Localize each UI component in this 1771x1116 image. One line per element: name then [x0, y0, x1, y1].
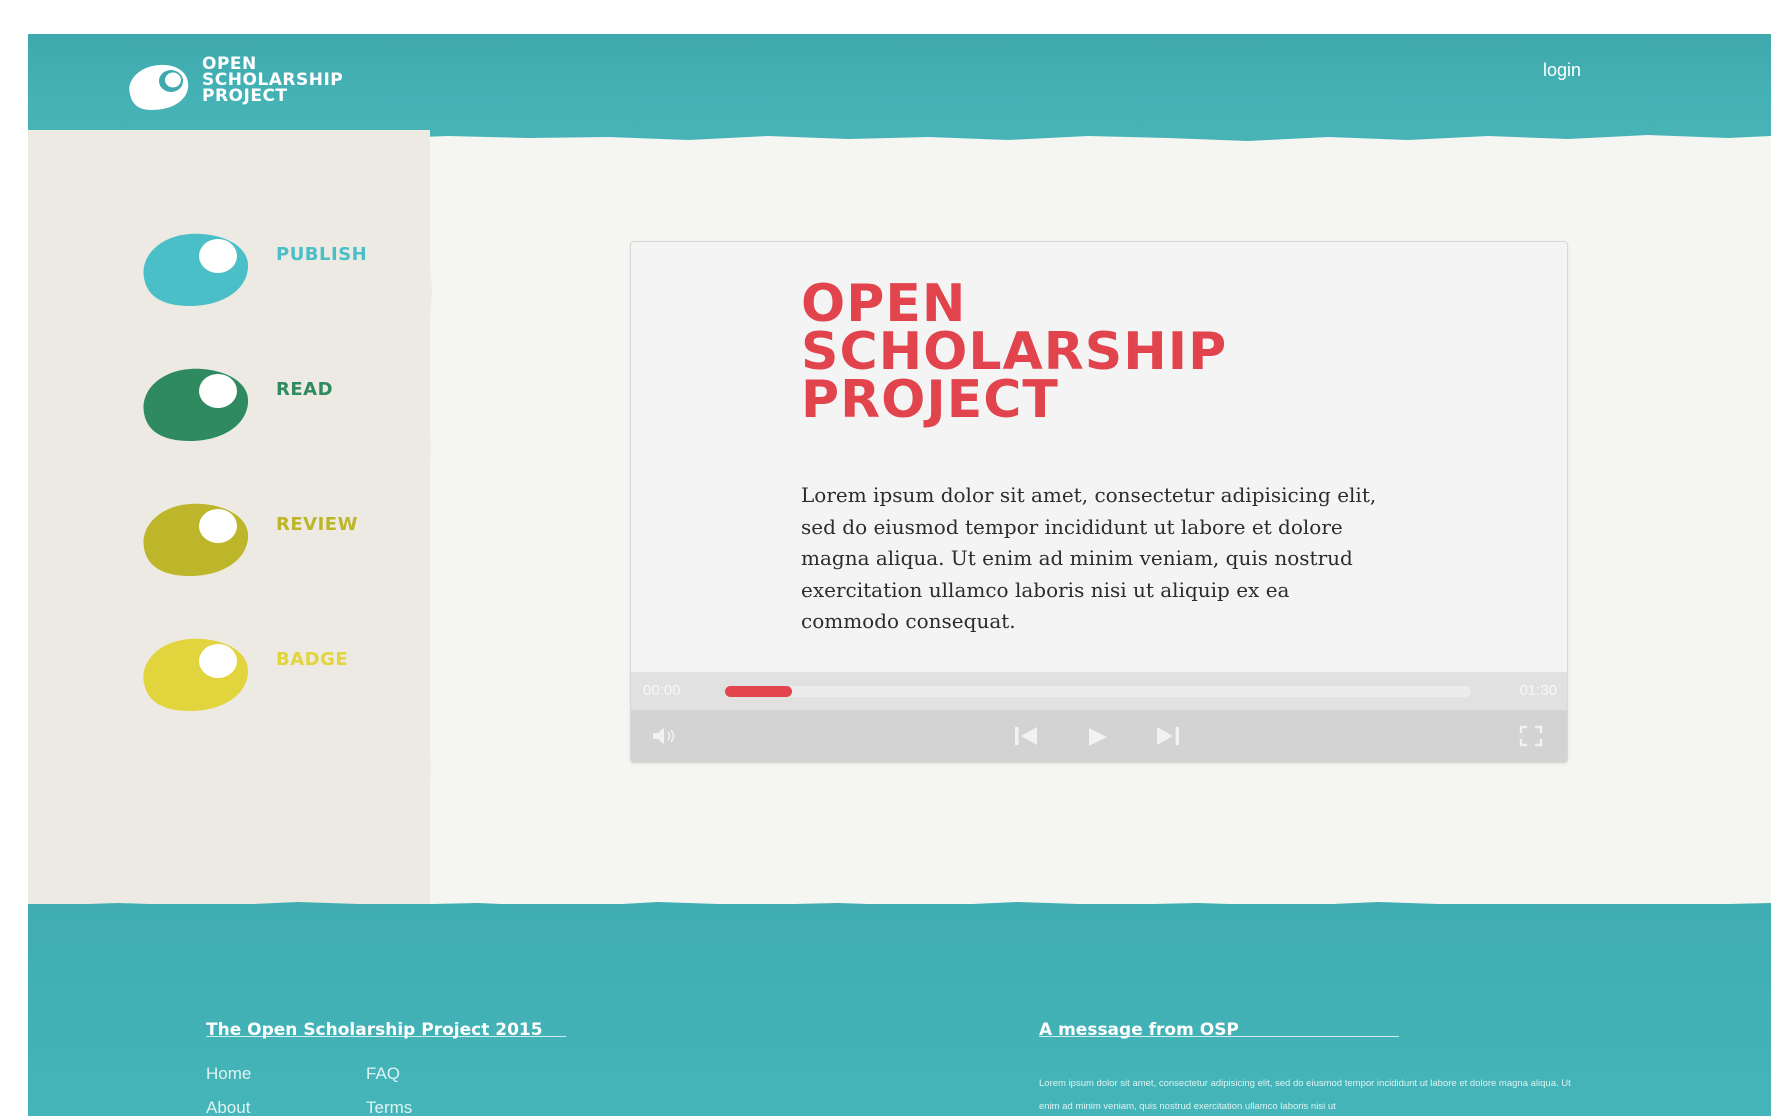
skip-back-icon[interactable] — [1013, 725, 1039, 747]
video-title-line-3: PROJECT — [801, 370, 1059, 430]
video-title-line-2: SCHOLARSHIP — [801, 322, 1228, 382]
site-logo[interactable]: OPEN SCHOLARSHIP PROJECT — [122, 56, 382, 120]
time-current: 00:00 — [643, 682, 681, 699]
footer-left-rule — [206, 1036, 566, 1037]
page: OPEN SCHOLARSHIP PROJECT login PUBLISH R… — [28, 34, 1771, 1116]
footer-right-rule — [1039, 1036, 1399, 1037]
badge-blob-icon — [143, 638, 249, 711]
sidebar-item-badge[interactable]: BADGE — [138, 631, 398, 721]
sidebar-item-label: REVIEW — [276, 514, 358, 535]
video-title-line-1: OPEN — [801, 274, 967, 334]
read-blob-icon — [143, 368, 249, 441]
header-bar: OPEN SCHOLARSHIP PROJECT login — [28, 34, 1771, 130]
skip-forward-icon[interactable] — [1155, 725, 1181, 747]
video-player[interactable]: OPEN SCHOLARSHIP PROJECT Lorem ipsum dol… — [630, 241, 1568, 763]
progress-fill — [725, 686, 793, 697]
logo-line-3: PROJECT — [202, 86, 288, 106]
sidebar-item-label: BADGE — [276, 649, 349, 670]
footer-right-title: A message from OSP — [1039, 1020, 1239, 1040]
review-blob-icon — [143, 503, 249, 576]
video-title: OPEN SCHOLARSHIP PROJECT — [801, 274, 1228, 430]
fullscreen-icon[interactable] — [1519, 725, 1543, 747]
progress-track[interactable] — [725, 686, 1471, 697]
footer-link-home[interactable]: Home — [206, 1064, 251, 1084]
progress-row: 00:00 01:30 — [631, 672, 1567, 710]
sidebar-item-label: READ — [276, 379, 334, 400]
play-icon[interactable] — [1087, 726, 1109, 748]
logo-mark-icon — [129, 64, 189, 110]
sidebar-item-read[interactable]: READ — [138, 361, 398, 451]
footer-link-about[interactable]: About — [206, 1098, 250, 1116]
footer-link-faq[interactable]: FAQ — [366, 1064, 400, 1084]
footer-left-title: The Open Scholarship Project 2015 — [206, 1020, 543, 1040]
sidebar-item-label: PUBLISH — [276, 244, 368, 265]
login-link[interactable]: login — [1543, 60, 1581, 81]
publish-blob-icon — [143, 233, 249, 306]
footer-link-terms[interactable]: Terms — [366, 1098, 412, 1116]
video-description: Lorem ipsum dolor sit amet, consectetur … — [801, 483, 1377, 633]
logo-wordmark: OPEN SCHOLARSHIP PROJECT — [202, 56, 343, 106]
sidebar-brush-edge — [408, 130, 432, 930]
volume-icon[interactable] — [651, 726, 679, 746]
time-total: 01:30 — [1519, 682, 1557, 699]
controls-row — [631, 710, 1567, 762]
footer-message: Lorem ipsum dolor sit amet, consectetur … — [1039, 1078, 1571, 1112]
sidebar-item-review[interactable]: REVIEW — [138, 496, 398, 586]
sidebar-item-publish[interactable]: PUBLISH — [138, 226, 398, 316]
